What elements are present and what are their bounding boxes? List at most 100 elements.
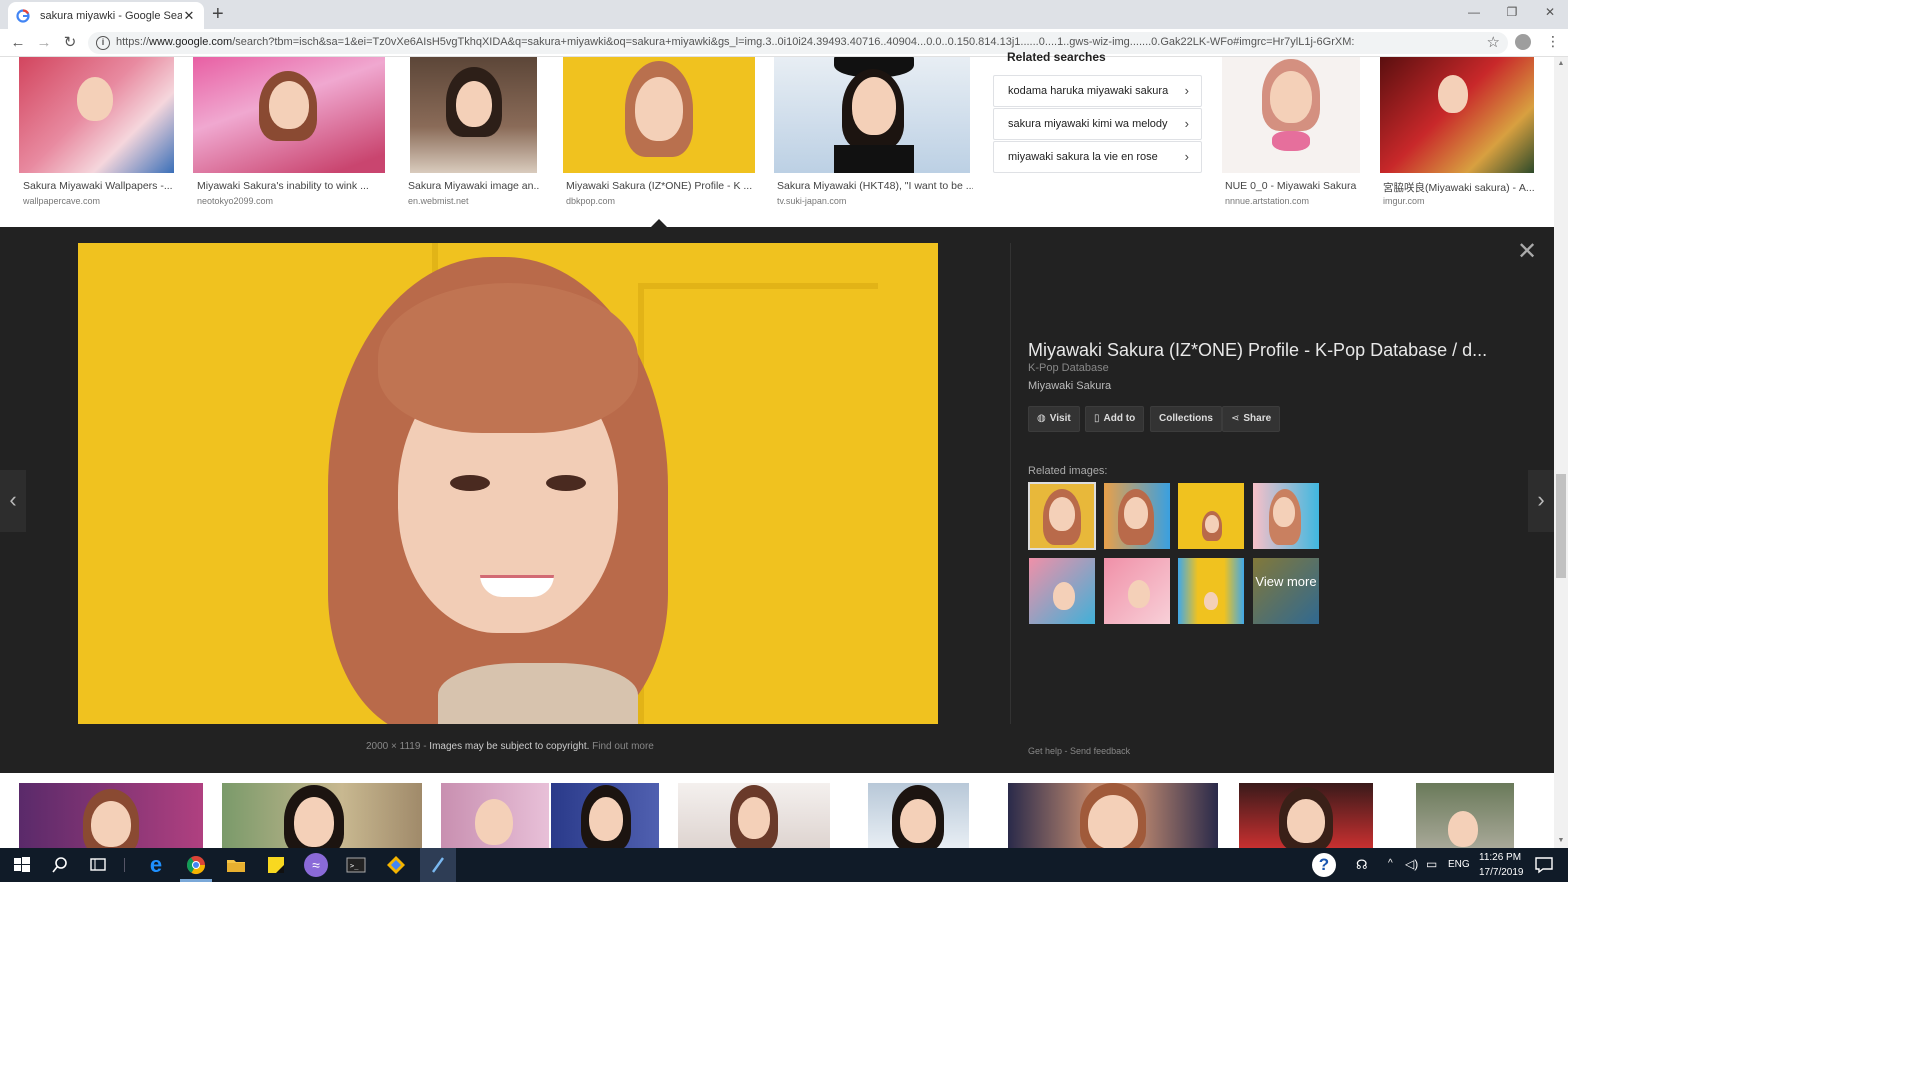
address-bar[interactable]: i https://www.google.com/search?tbm=isch…	[88, 32, 1508, 54]
new-tab-button[interactable]: +	[212, 3, 224, 25]
result-domain: imgur.com	[1383, 196, 1425, 206]
app-icon-purple[interactable]: ≈	[304, 853, 328, 877]
page-scrollbar[interactable]: ▲ ▼	[1554, 57, 1568, 848]
action-center-icon[interactable]	[1532, 853, 1556, 877]
chrome-icon[interactable]	[184, 853, 208, 877]
file-explorer-icon[interactable]	[224, 853, 248, 877]
close-window-button[interactable]: ✕	[1531, 0, 1569, 29]
forward-icon[interactable]: →	[34, 33, 54, 53]
network-icon[interactable]: ▭	[1426, 857, 1437, 871]
result-thumbnail[interactable]	[19, 57, 174, 173]
sticky-notes-icon[interactable]	[264, 853, 288, 877]
preview-title[interactable]: Miyawaki Sakura (IZ*ONE) Profile - K-Pop…	[1028, 340, 1487, 361]
related-image[interactable]	[1178, 558, 1244, 624]
profile-avatar-icon[interactable]	[1515, 34, 1531, 50]
scrollbar-thumb[interactable]	[1556, 474, 1566, 578]
back-icon[interactable]: ←	[8, 33, 28, 53]
related-search-item[interactable]: sakura miyawaki kimi wa melody ›	[993, 108, 1202, 140]
related-image[interactable]	[1104, 483, 1170, 549]
result-thumbnail[interactable]	[1008, 783, 1218, 848]
related-image[interactable]	[1029, 558, 1095, 624]
site-info-icon[interactable]: i	[96, 36, 110, 50]
result-thumbnail[interactable]	[1222, 57, 1360, 173]
app-icon-diamond[interactable]	[384, 853, 408, 877]
related-images-label: Related images:	[1028, 465, 1108, 477]
windows-start-icon[interactable]	[10, 853, 34, 877]
related-image[interactable]	[1028, 482, 1096, 550]
related-image[interactable]	[1104, 558, 1170, 624]
result-thumbnail-selected[interactable]	[563, 57, 755, 173]
preview-source[interactable]: K-Pop Database	[1028, 362, 1109, 374]
copyright-note: Images may be subject to copyright.	[429, 741, 590, 752]
result-thumbnail[interactable]	[193, 57, 385, 173]
related-search-item[interactable]: kodama haruka miyawaki sakura ›	[993, 75, 1202, 107]
show-hidden-icons-icon[interactable]: ^	[1388, 858, 1393, 869]
result-thumbnail[interactable]	[19, 783, 203, 848]
collections-button[interactable]: Collections	[1150, 406, 1222, 432]
view-more-button[interactable]: View more	[1253, 558, 1319, 624]
people-icon[interactable]: ☊	[1356, 857, 1368, 873]
result-caption[interactable]: Sakura Miyawaki image an...	[408, 180, 540, 192]
result-caption[interactable]: Miyawaki Sakura's inability to wink ...	[197, 180, 385, 192]
scroll-up-icon[interactable]: ▲	[1554, 57, 1568, 71]
get-help-link[interactable]: Get help	[1028, 746, 1062, 756]
globe-icon: ◍	[1037, 413, 1046, 424]
related-image[interactable]	[1253, 483, 1319, 549]
result-caption[interactable]: Sakura Miyawaki (HKT48), "I want to be .…	[777, 180, 973, 192]
result-caption[interactable]: 宮脇咲良(Miyawaki sakura) - A...	[1383, 180, 1535, 195]
related-search-item[interactable]: miyawaki sakura la vie en rose ›	[993, 141, 1202, 173]
language-indicator[interactable]: ENG	[1448, 859, 1470, 870]
url-text[interactable]: https://www.google.com/search?tbm=isch&s…	[116, 36, 1466, 48]
related-image[interactable]	[1178, 483, 1244, 549]
result-thumbnail[interactable]	[551, 783, 659, 848]
volume-icon[interactable]: ◁)	[1405, 857, 1418, 871]
result-thumbnail[interactable]	[774, 57, 970, 173]
svg-text:>_: >_	[350, 862, 359, 870]
result-caption[interactable]: Miyawaki Sakura (IZ*ONE) Profile - K ...	[566, 180, 754, 192]
minimize-button[interactable]: —	[1455, 0, 1493, 29]
taskbar-separator	[124, 858, 125, 872]
clock-time[interactable]: 11:26 PM	[1479, 852, 1521, 863]
tab-close-icon[interactable]: ✕	[182, 8, 196, 24]
terminal-icon[interactable]: >_	[344, 853, 368, 877]
windows-taskbar: e ≈ >_ ? ☊ ^ ◁) ▭ ENG 11:26 PM 17/7/2019	[0, 848, 1568, 882]
preview-image[interactable]	[78, 243, 938, 724]
edge-browser-icon[interactable]: e	[144, 853, 168, 877]
close-icon[interactable]: ✕	[1517, 240, 1537, 264]
result-domain: tv.suki-japan.com	[777, 196, 847, 206]
tab-title: sakura miyawki - Google Search	[40, 9, 182, 22]
visit-button[interactable]: ◍ Visit	[1028, 406, 1080, 432]
result-thumbnail[interactable]	[1416, 783, 1514, 848]
result-thumbnail[interactable]	[1239, 783, 1373, 848]
image-info: 2000 × 1119 - Images may be subject to c…	[366, 741, 654, 752]
tab-strip: sakura miyawki - Google Search ✕ + — ❐ ✕	[0, 0, 1568, 29]
chevron-right-icon[interactable]: ›	[1528, 470, 1554, 532]
result-thumbnail[interactable]	[441, 783, 549, 848]
result-caption[interactable]: Sakura Miyawaki Wallpapers -...	[23, 180, 173, 192]
pen-app-icon[interactable]	[426, 853, 450, 877]
clock-date[interactable]: 17/7/2019	[1479, 867, 1524, 878]
result-thumbnail[interactable]	[868, 783, 969, 848]
bookmark-star-icon[interactable]: ☆	[1487, 33, 1500, 51]
result-thumbnail[interactable]	[678, 783, 830, 848]
share-button[interactable]: ⋖ Share	[1222, 406, 1281, 432]
share-icon: ⋖	[1231, 413, 1240, 424]
search-icon[interactable]	[48, 853, 72, 877]
add-to-button[interactable]: ▯ Add to	[1085, 406, 1145, 432]
result-caption[interactable]: NUE 0_0 - Miyawaki Sakura	[1225, 180, 1360, 192]
tab-google-search[interactable]: sakura miyawki - Google Search ✕	[8, 2, 204, 29]
reload-icon[interactable]: ↻	[60, 33, 80, 53]
result-thumbnail[interactable]	[1380, 57, 1534, 173]
help-icon[interactable]: ?	[1312, 853, 1336, 877]
result-thumbnail[interactable]	[222, 783, 422, 848]
chevron-left-icon[interactable]: ‹	[0, 470, 26, 532]
preview-pointer	[651, 219, 667, 227]
result-thumbnail[interactable]	[410, 57, 537, 173]
maximize-button[interactable]: ❐	[1493, 0, 1531, 29]
task-view-icon[interactable]	[86, 853, 110, 877]
browser-menu-icon[interactable]: ⋮	[1546, 33, 1560, 50]
send-feedback-link[interactable]: Send feedback	[1070, 746, 1130, 756]
scroll-down-icon[interactable]: ▼	[1554, 834, 1568, 848]
image-dimensions: 2000 × 1119	[366, 741, 421, 752]
find-out-more-link[interactable]: Find out more	[592, 741, 654, 752]
